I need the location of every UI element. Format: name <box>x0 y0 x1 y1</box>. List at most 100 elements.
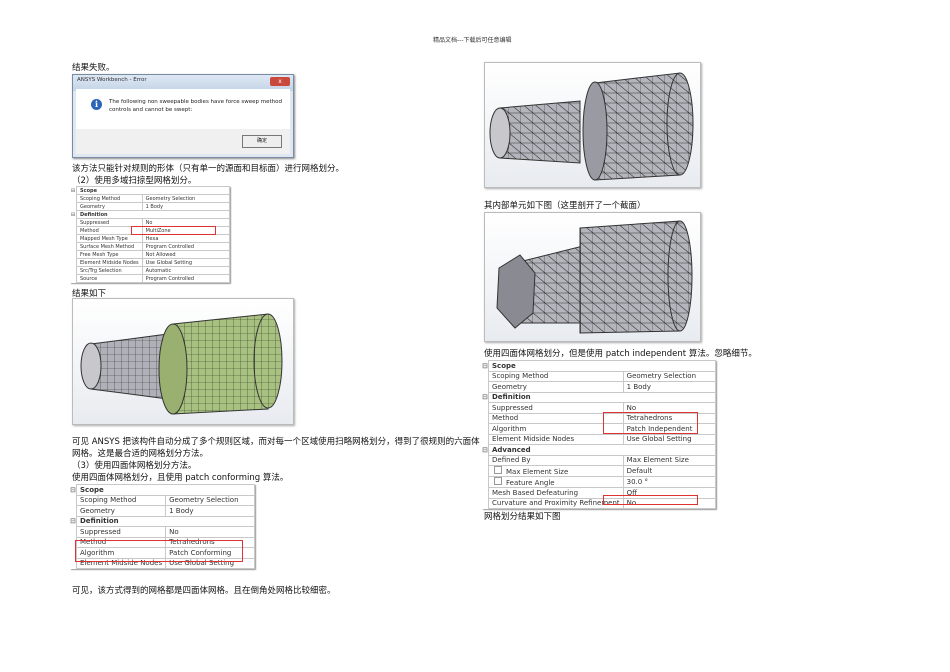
dialog-message: controls and cannot be swept: <box>109 107 193 113</box>
property-value[interactable]: Automatic <box>141 266 230 275</box>
property-row: Scoping Method Geometry Selection <box>70 494 256 506</box>
property-row: Source Program Controlled <box>70 274 230 283</box>
section-title: Scope <box>75 484 256 496</box>
collapse-icon[interactable]: ⊟ <box>70 485 77 496</box>
property-row: Max Element Size Default <box>482 465 716 477</box>
details-table-patch-independent: ⊟ Scope Scoping Method Geometry Selection Ge… <box>482 360 716 509</box>
property-label: Scoping Method <box>80 195 121 202</box>
property-name: Element Midside Nodes <box>488 433 624 445</box>
property-label: Source <box>80 275 98 282</box>
property-label: Src/Trg Selection <box>80 267 122 274</box>
property-label: Scoping Method <box>492 372 549 381</box>
property-label: Scoping Method <box>80 496 137 505</box>
checkbox[interactable] <box>494 466 502 474</box>
property-value[interactable]: Use Global Setting <box>622 433 716 445</box>
collapse-icon[interactable]: ⊟ <box>70 516 77 527</box>
ok-button[interactable]: 确定 <box>242 135 282 148</box>
property-label: Method <box>492 414 519 423</box>
section-header-row: ⊟ Scope <box>70 186 230 195</box>
property-name: Surface Mesh Method <box>76 242 143 251</box>
property-label: Suppressed <box>80 527 121 536</box>
property-value[interactable]: 1 Body <box>622 381 716 393</box>
highlight-box <box>603 412 698 434</box>
property-label: Algorithm <box>492 424 527 433</box>
property-value[interactable]: Use Global Setting <box>141 258 230 267</box>
paragraph: 网格。这是最合适的网格划分方法。 <box>72 449 209 459</box>
section-header-row: ⊟ Definition <box>70 515 256 527</box>
paragraph: 网格划分结果如下图 <box>484 512 561 522</box>
property-value[interactable]: Program Controlled <box>141 274 230 283</box>
paragraph: （3）使用四面体网格划分方法。 <box>72 461 197 471</box>
property-value[interactable]: 1 Body <box>165 505 256 517</box>
section-title: Definition <box>75 515 256 527</box>
section-title: Definition <box>488 391 716 403</box>
property-name: Source <box>76 274 143 283</box>
property-row: Surface Mesh Method Program Controlled <box>70 242 230 251</box>
property-name: Scoping Method <box>488 370 624 382</box>
property-label: Max Element Size <box>506 468 569 476</box>
property-label: Suppressed <box>492 403 533 412</box>
page-header: 精品文档---下载后可任意编辑 <box>433 37 512 44</box>
property-label: Feature Angle <box>506 479 555 487</box>
paragraph: 可见 ANSYS 把该构件自动分成了多个规则区域，而对每一个区域使用扫略网格划分… <box>72 437 480 447</box>
section-header-row: ⊟ Definition <box>70 210 230 219</box>
property-label: Mapped Mesh Type <box>80 235 128 242</box>
highlight-box <box>131 226 216 235</box>
property-name: Defined By <box>488 454 624 466</box>
property-value[interactable]: Program Controlled <box>141 242 230 251</box>
property-value[interactable]: Hexa <box>141 234 230 243</box>
property-row: Feature Angle 30.0 ° <box>482 476 716 488</box>
property-value[interactable]: No <box>165 526 256 538</box>
property-label: Geometry <box>492 382 527 391</box>
close-button[interactable]: x <box>270 77 290 86</box>
property-value[interactable]: Max Element Size <box>622 454 716 466</box>
paragraph: 其内部单元如下图（这里剖开了一个截面） <box>484 201 646 211</box>
property-value[interactable]: Geometry Selection <box>622 370 716 382</box>
property-name: Max Element Size <box>488 465 624 477</box>
property-value[interactable]: Not Allowed <box>141 250 230 259</box>
property-label: Element Midside Nodes <box>80 259 139 266</box>
property-row: Geometry 1 Body <box>70 202 230 211</box>
property-value[interactable]: 1 Body <box>141 202 230 211</box>
collapse-icon[interactable]: ⊟ <box>482 445 489 456</box>
property-label: Geometry <box>80 506 115 515</box>
property-name: Mapped Mesh Type <box>76 234 143 243</box>
paragraph: 可见，该方式得到的网格都是四面体网格。且在倒角处网格比较细密。 <box>72 586 336 596</box>
paragraph: 使用四面体网格划分，且使用 patch conforming 算法。 <box>72 473 289 483</box>
property-label: Defined By <box>492 456 531 465</box>
property-row: Scoping Method Geometry Selection <box>70 194 230 203</box>
section-title: Definition <box>76 210 230 219</box>
property-label: Element Midside Nodes <box>492 435 575 444</box>
property-name: Free Mesh Type <box>76 250 143 259</box>
paragraph: 使用四面体网格划分，但是使用 patch independent 算法。忽略细节… <box>484 349 757 359</box>
info-icon: i <box>91 99 102 110</box>
property-name: Geometry <box>76 202 143 211</box>
checkbox[interactable] <box>494 477 502 485</box>
property-row: Geometry 1 Body <box>70 505 256 517</box>
hex-mesh-render <box>80 313 283 415</box>
section-header-row: ⊟ Scope <box>482 360 716 372</box>
property-value[interactable]: Geometry Selection <box>165 494 256 506</box>
property-row: Element Midside Nodes Use Global Setting <box>70 258 230 267</box>
property-label: Mesh Based Defeaturing <box>492 488 579 497</box>
property-name: Geometry <box>488 381 624 393</box>
property-row: Defined By Max Element Size <box>482 454 716 466</box>
collapse-icon[interactable]: ⊟ <box>482 392 489 403</box>
collapse-icon[interactable]: ⊟ <box>482 361 489 372</box>
section-title: Advanced <box>488 444 716 456</box>
property-row: Element Midside Nodes Use Global Setting <box>482 433 716 445</box>
property-label: Curvature and Proximity Refinement <box>492 499 620 508</box>
dialog-message: The following non sweepable bodies have … <box>109 99 283 105</box>
property-name: Scoping Method <box>75 494 167 506</box>
property-label: Geometry <box>80 203 105 210</box>
property-name: Feature Angle <box>488 476 624 488</box>
tet-mesh-image <box>484 62 701 188</box>
property-value[interactable]: 30.0 ° <box>622 476 716 488</box>
property-value[interactable]: Default <box>622 465 716 477</box>
property-row: Scoping Method Geometry Selection <box>482 370 716 382</box>
property-value[interactable]: Geometry Selection <box>141 194 230 203</box>
property-name: Geometry <box>75 505 167 517</box>
section-header-row: ⊟ Definition <box>482 391 716 403</box>
property-row: Suppressed No <box>70 526 256 538</box>
error-dialog: ANSYS Workbench - Error x i The followin… <box>72 74 294 158</box>
